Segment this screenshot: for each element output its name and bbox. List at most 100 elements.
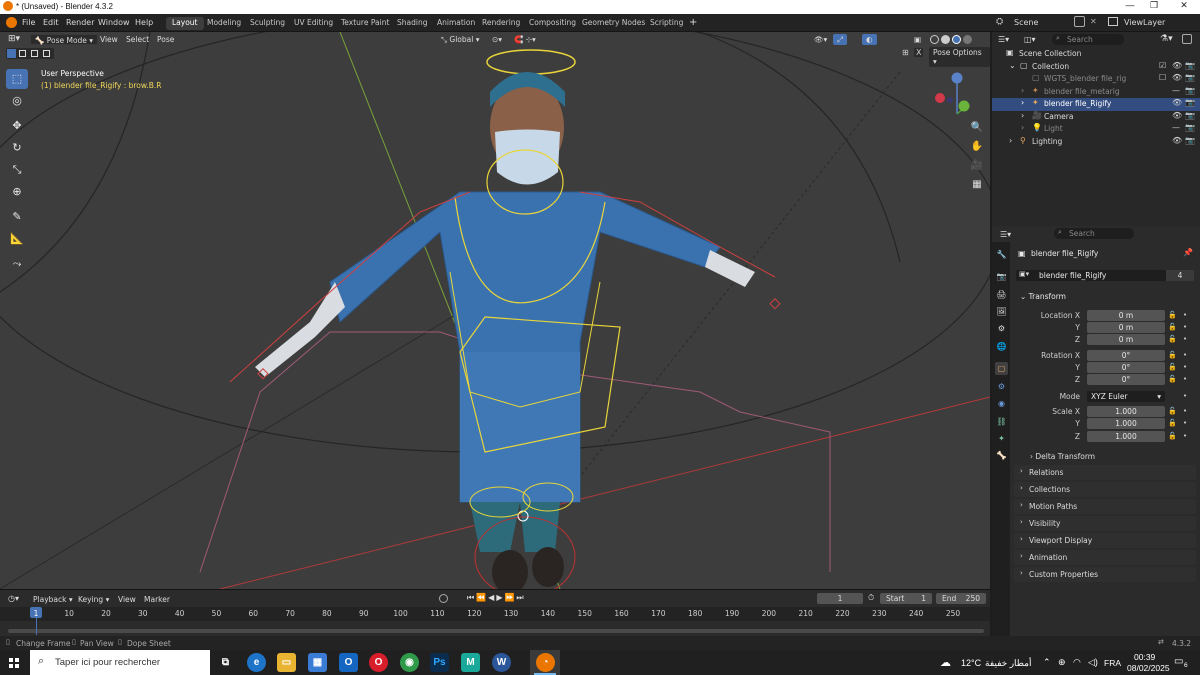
- outliner-row-collection[interactable]: ⌄ ▢ Collection ☑ 👁 📷: [992, 61, 1200, 74]
- shading-wireframe-icon[interactable]: [930, 35, 939, 44]
- rotation-z-field[interactable]: 0°: [1087, 374, 1165, 385]
- rotation-x-field[interactable]: 0°: [1087, 350, 1165, 361]
- timeline-scrollbar[interactable]: [8, 629, 984, 633]
- clock-time[interactable]: 00:39: [1134, 652, 1155, 662]
- snap-icon[interactable]: 🧲 ⊹▾: [510, 34, 540, 45]
- eye-icon[interactable]: 👁: [1172, 61, 1182, 70]
- clock-date[interactable]: 08/02/2025: [1127, 663, 1170, 673]
- menu-help[interactable]: Help: [135, 18, 153, 27]
- scale-x-field[interactable]: 1.000: [1087, 406, 1165, 417]
- bone-tab-icon[interactable]: 🦴: [995, 449, 1008, 462]
- annotate-tool[interactable]: ✎: [6, 207, 28, 227]
- visibility-icon[interactable]: 👁▾: [810, 34, 831, 45]
- checkbox-icon[interactable]: ☑: [1159, 61, 1166, 70]
- world-tab-icon[interactable]: 🌐: [995, 340, 1008, 353]
- lock-icon[interactable]: 🔓: [1168, 311, 1177, 319]
- outlook-icon[interactable]: O: [339, 653, 358, 672]
- modifier-tab-icon[interactable]: ⚙: [995, 380, 1008, 393]
- timeline-menu-keying[interactable]: Keying ▾: [78, 595, 109, 604]
- overlay-toggle-icon[interactable]: ◐: [862, 34, 877, 45]
- close-button[interactable]: ✕: [1172, 0, 1196, 11]
- expand-arrow-icon[interactable]: ›: [1021, 111, 1024, 120]
- tab-texture-paint[interactable]: Texture Paint: [335, 17, 395, 30]
- tab-geometry-nodes[interactable]: Geometry Nodes: [576, 17, 651, 30]
- delete-scene-icon[interactable]: ✕: [1090, 17, 1097, 26]
- expand-arrow-icon[interactable]: ›: [1021, 86, 1024, 95]
- select-box-tool[interactable]: ⬚: [6, 69, 28, 89]
- minimize-button[interactable]: —: [1118, 0, 1142, 10]
- bone-tool[interactable]: ⤳: [6, 254, 28, 274]
- timeline-editor-icon[interactable]: ◷▾: [8, 594, 19, 603]
- clock-icon[interactable]: ⏱: [868, 593, 874, 603]
- pan-hand-icon[interactable]: ✋: [970, 140, 984, 154]
- expand-arrow-icon[interactable]: ›: [1021, 98, 1024, 107]
- outliner-row-rigify[interactable]: › ✦ blender file_Rigify 👁 📷: [992, 98, 1200, 111]
- shading-material-icon[interactable]: [952, 35, 961, 44]
- eye-icon[interactable]: 👁: [1172, 73, 1182, 82]
- lock-icon[interactable]: 🔓: [1168, 375, 1177, 383]
- outliner-row-scene-collection[interactable]: ▣ Scene Collection: [992, 48, 1200, 61]
- end-frame-field[interactable]: End 250: [936, 593, 986, 604]
- object-tab-icon[interactable]: ▢: [995, 362, 1008, 375]
- weather-temperature[interactable]: 12°C: [961, 658, 981, 668]
- outliner-row-light[interactable]: › 💡 Light — 📷: [992, 123, 1200, 136]
- eye-closed-icon[interactable]: —: [1172, 86, 1180, 95]
- scale-z-field[interactable]: 1.000: [1087, 431, 1165, 442]
- keyframe-dot-icon[interactable]: •: [1183, 363, 1187, 371]
- rotation-mode-dropdown[interactable]: XYZ Euler ▾: [1087, 391, 1165, 402]
- object-datablock-field[interactable]: ▣▾ blender file_Rigify 4: [1016, 270, 1194, 281]
- lock-icon[interactable]: 🔓: [1168, 407, 1177, 415]
- maya-icon[interactable]: M: [461, 653, 480, 672]
- measure-tool[interactable]: 📐: [6, 229, 28, 249]
- current-frame-field[interactable]: 1: [817, 593, 863, 604]
- viewport-menu-pose[interactable]: Pose: [153, 34, 178, 45]
- x-mirror-toggle[interactable]: X: [914, 48, 924, 57]
- constraint-tab-icon[interactable]: ⛓: [995, 415, 1008, 428]
- outliner-row-wgts[interactable]: ▢ WGTS_blender file_rig ☐ 👁 📷: [992, 73, 1200, 86]
- scale-y-field[interactable]: 1.000: [1087, 418, 1165, 429]
- pivot-point-icon[interactable]: ⊙▾: [488, 34, 506, 45]
- outliner-editor-icon[interactable]: ☰▾: [998, 35, 1009, 44]
- view-layer-selector[interactable]: ViewLayer: [1124, 18, 1165, 27]
- notification-icon[interactable]: ▭: [1174, 656, 1183, 667]
- expand-arrow-icon[interactable]: ›: [1021, 123, 1024, 132]
- tray-chevron-icon[interactable]: ⌃: [1043, 657, 1051, 668]
- file-explorer-icon[interactable]: ▭: [277, 653, 296, 672]
- xray-toggle-icon[interactable]: ▣: [910, 34, 925, 45]
- blender-menu-icon[interactable]: [6, 17, 17, 28]
- tab-rendering[interactable]: Rendering: [476, 17, 526, 30]
- pin-icon[interactable]: 📌: [1183, 248, 1193, 257]
- language-indicator[interactable]: FRA: [1104, 658, 1121, 668]
- select-invert-icon[interactable]: [43, 50, 50, 57]
- delta-transform-header[interactable]: › Delta Transform: [1030, 452, 1095, 461]
- keyframe-dot-icon[interactable]: •: [1183, 419, 1187, 427]
- output-tab-icon[interactable]: 🖨: [995, 288, 1008, 301]
- new-scene-icon[interactable]: [1074, 16, 1085, 27]
- chrome-icon[interactable]: ◉: [400, 653, 419, 672]
- word-icon[interactable]: W: [492, 653, 511, 672]
- transform-orientation-selector[interactable]: ⤡ Global ▾: [437, 34, 483, 45]
- tab-animation[interactable]: Animation: [431, 17, 481, 30]
- shading-rendered-icon[interactable]: [963, 35, 972, 44]
- mode-selector[interactable]: 🦴 Pose Mode ▾: [30, 34, 99, 45]
- relations-panel-header[interactable]: › Relations: [1014, 465, 1196, 480]
- tab-sculpting[interactable]: Sculpting: [244, 17, 291, 30]
- rotation-y-field[interactable]: 0°: [1087, 362, 1165, 373]
- photoshop-icon[interactable]: Ps: [430, 653, 449, 672]
- new-collection-icon[interactable]: [1182, 34, 1192, 44]
- timeline-menu-view[interactable]: View: [118, 595, 136, 604]
- ortho-grid-icon[interactable]: ▦: [970, 178, 984, 192]
- eye-closed-icon[interactable]: —: [1172, 123, 1180, 132]
- outliner-search-field[interactable]: ⌕ Search: [1052, 34, 1124, 45]
- keyframe-dot-icon[interactable]: •: [1183, 432, 1187, 440]
- select-subtract-icon[interactable]: [31, 50, 38, 57]
- tab-modeling[interactable]: Modeling: [201, 17, 247, 30]
- blender-taskbar-icon[interactable]: ◔: [536, 653, 555, 672]
- select-new-icon[interactable]: [7, 49, 16, 58]
- menu-render[interactable]: Render: [66, 18, 94, 27]
- keyframe-dot-icon[interactable]: •: [1183, 392, 1187, 400]
- taskbar-search-box[interactable]: ⌕ Taper ici pour rechercher: [30, 650, 210, 675]
- outliner-display-mode-icon[interactable]: ◫▾: [1024, 35, 1036, 44]
- keyframe-dot-icon[interactable]: •: [1183, 335, 1187, 343]
- expand-arrow-icon[interactable]: ›: [1009, 136, 1012, 145]
